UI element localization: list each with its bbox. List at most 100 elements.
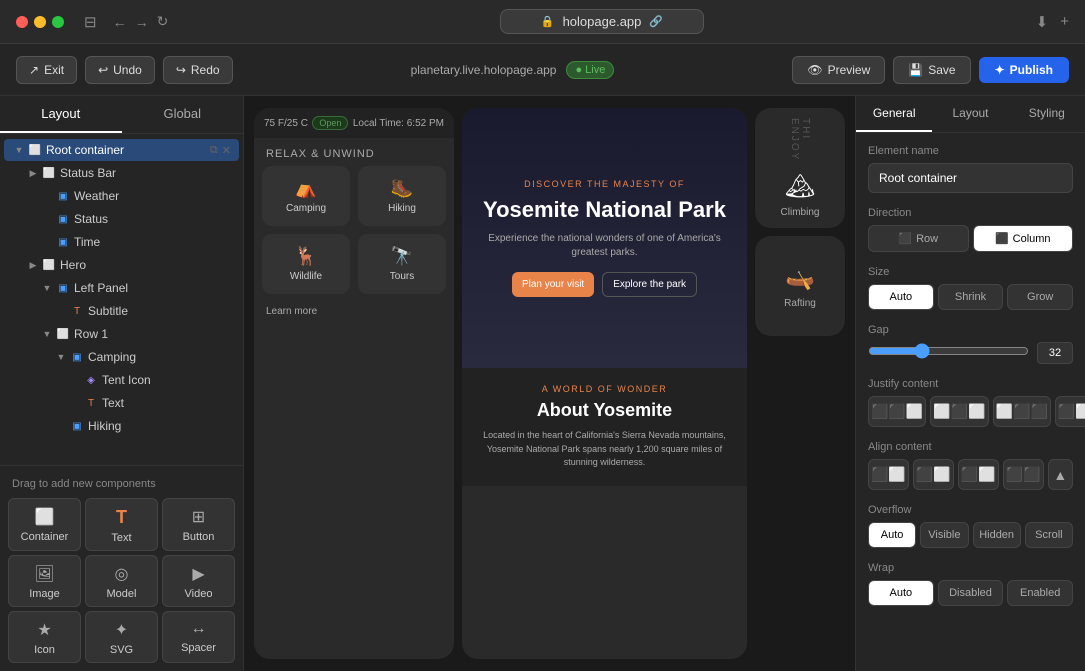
size-grow-button[interactable]: Grow	[1007, 284, 1073, 310]
arrow-icon	[54, 304, 68, 318]
back-button[interactable]: ←	[113, 14, 127, 30]
item-label: Subtitle	[88, 304, 128, 318]
align-label: Align content	[868, 441, 1073, 453]
publish-button[interactable]: ✦ Publish	[979, 57, 1069, 83]
align-start-button[interactable]: ⬛⬜	[868, 459, 909, 490]
component-container[interactable]: ⬜ Container	[8, 498, 81, 551]
size-shrink-button[interactable]: Shrink	[938, 284, 1004, 310]
sidebar-item-status[interactable]: ▣ Status	[4, 208, 239, 230]
sidebar-item-hiking[interactable]: ▣ Hiking	[4, 415, 239, 437]
align-center-button[interactable]: ⬛⬜	[913, 459, 954, 490]
sidebar-item-hero[interactable]: ▶ ⬜ Hero	[4, 254, 239, 276]
align-stretch-button[interactable]: ⬛⬛	[1003, 459, 1044, 490]
overflow-scroll-button[interactable]: Scroll	[1025, 522, 1073, 548]
component-text[interactable]: T Text	[85, 498, 158, 551]
text-comp-icon: T	[116, 507, 127, 528]
copy-icon[interactable]: ⧉	[210, 144, 218, 157]
spacer-comp-icon: ↔	[191, 620, 207, 638]
element-name-input[interactable]	[868, 163, 1073, 193]
direction-group: Direction ⬛ Row ⬛ Column	[868, 207, 1073, 252]
preview-button[interactable]: 👁 Preview	[792, 56, 885, 84]
wrap-label: Wrap	[868, 562, 1073, 574]
gap-group: Gap 32	[868, 324, 1073, 364]
exit-button[interactable]: ↗ Exit	[16, 56, 77, 84]
redo-button[interactable]: ↪ Redo	[163, 56, 233, 84]
justify-space-between-button[interactable]: ⬛⬜⬛	[1055, 396, 1085, 427]
gap-label: Gap	[868, 324, 1073, 336]
component-image[interactable]: 🖼 Image	[8, 555, 81, 607]
item-label: Left Panel	[74, 281, 128, 295]
new-tab-icon[interactable]: +	[1060, 13, 1069, 30]
component-svg[interactable]: ✦ SVG	[85, 611, 158, 663]
sidebar-item-left-panel[interactable]: ▼ ▣ Left Panel	[4, 277, 239, 299]
direction-row-button[interactable]: ⬛ Row	[868, 225, 969, 252]
minimize-traffic-light[interactable]	[34, 16, 46, 28]
main-area: Layout Global ▼ ⬜ Root container ⧉ ✕ ▶ ⬜…	[0, 96, 1085, 671]
explore-park-button[interactable]: Explore the park	[602, 272, 697, 297]
align-baseline-button[interactable]: ▲	[1048, 459, 1074, 490]
sidebar-item-root[interactable]: ▼ ⬜ Root container ⧉ ✕	[4, 139, 239, 161]
direction-column-button[interactable]: ⬛ Column	[973, 225, 1074, 252]
forward-button[interactable]: →	[135, 14, 149, 30]
align-group: Align content ⬛⬜ ⬛⬜ ⬛⬜ ⬛⬛ ▲	[868, 441, 1073, 490]
eye-icon: 👁	[807, 63, 822, 77]
wrap-auto-button[interactable]: Auto	[868, 580, 934, 606]
component-icon[interactable]: ★ Icon	[8, 611, 81, 663]
address-bar[interactable]: 🔒 holopage.app 🔗	[500, 9, 704, 34]
icon-icon: ◈	[84, 373, 98, 387]
hero-buttons: Plan your visit Explore the park	[512, 272, 697, 297]
tab-layout[interactable]: Layout	[932, 96, 1008, 132]
tab-general[interactable]: General	[856, 96, 932, 132]
toolbar-right: 👁 Preview 💾 Save ✦ Publish	[792, 56, 1069, 84]
size-group: Size Auto Shrink Grow	[868, 266, 1073, 310]
component-button[interactable]: ⊞ Button	[162, 498, 235, 551]
size-label: Size	[868, 266, 1073, 278]
container-icon: ⬜	[28, 143, 42, 157]
component-label: Image	[29, 588, 60, 600]
sidebar-item-tent-icon[interactable]: ◈ Tent Icon	[4, 369, 239, 391]
plan-visit-button[interactable]: Plan your visit	[512, 272, 594, 297]
wrap-disabled-button[interactable]: Disabled	[938, 580, 1004, 606]
gap-value[interactable]: 32	[1037, 342, 1073, 364]
justify-end-button[interactable]: ⬜⬛⬛	[993, 396, 1051, 427]
tab-layout[interactable]: Layout	[0, 96, 122, 133]
overflow-auto-button[interactable]: Auto	[868, 522, 916, 548]
text-icon: T	[84, 396, 98, 410]
column-icon: ⬛	[995, 232, 1009, 245]
refresh-button[interactable]: ↻	[157, 13, 169, 30]
undo-icon: ↩	[98, 63, 108, 77]
overflow-visible-button[interactable]: Visible	[920, 522, 968, 548]
save-button[interactable]: 💾 Save	[893, 56, 970, 84]
titlebar-sidebar-icon[interactable]: ⊟	[84, 13, 97, 31]
overflow-hidden-button[interactable]: Hidden	[973, 522, 1021, 548]
sidebar-item-text[interactable]: T Text	[4, 392, 239, 414]
wrap-buttons: Auto Disabled Enabled	[868, 580, 1073, 606]
component-model[interactable]: ◎ Model	[85, 555, 158, 607]
sidebar-item-status-bar[interactable]: ▶ ⬜ Status Bar	[4, 162, 239, 184]
tab-global[interactable]: Global	[122, 96, 244, 133]
justify-start-button[interactable]: ⬛⬛⬜	[868, 396, 926, 427]
element-name-group: Element name	[868, 145, 1073, 193]
align-end-button[interactable]: ⬛⬜	[958, 459, 999, 490]
tab-styling[interactable]: Styling	[1009, 96, 1085, 132]
component-spacer[interactable]: ↔ Spacer	[162, 611, 235, 663]
component-label: Icon	[34, 644, 55, 656]
maximize-traffic-light[interactable]	[52, 16, 64, 28]
justify-center-button[interactable]: ⬜⬛⬜	[930, 396, 988, 427]
size-auto-button[interactable]: Auto	[868, 284, 934, 310]
sidebar-item-subtitle[interactable]: T Subtitle	[4, 300, 239, 322]
wrap-enabled-button[interactable]: Enabled	[1007, 580, 1073, 606]
element-name-label: Element name	[868, 145, 1073, 157]
sidebar-item-camping[interactable]: ▼ ▣ Camping	[4, 346, 239, 368]
url-text: holopage.app	[563, 14, 642, 29]
sidebar-item-time[interactable]: ▣ Time	[4, 231, 239, 253]
component-video[interactable]: ▶ Video	[162, 555, 235, 607]
add-components-section: Drag to add new components ⬜ Container T…	[0, 465, 243, 671]
sidebar-item-row1[interactable]: ▼ ⬜ Row 1	[4, 323, 239, 345]
delete-icon[interactable]: ✕	[222, 144, 231, 157]
close-traffic-light[interactable]	[16, 16, 28, 28]
download-icon[interactable]: ⬇	[1036, 13, 1049, 31]
gap-slider[interactable]	[868, 343, 1029, 359]
undo-button[interactable]: ↩ Undo	[85, 56, 155, 84]
sidebar-item-weather[interactable]: ▣ Weather	[4, 185, 239, 207]
